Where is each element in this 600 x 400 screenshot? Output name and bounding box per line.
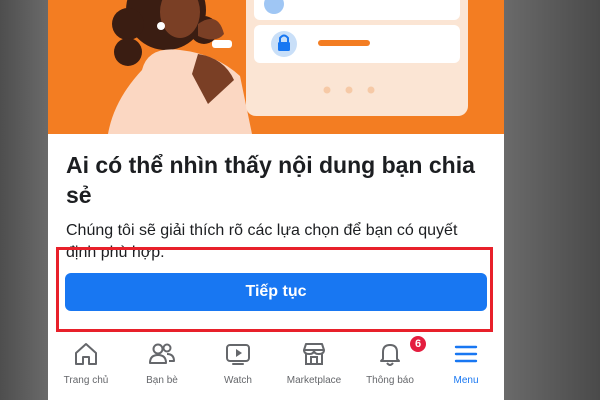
tab-friends-label: Bạn bè xyxy=(146,375,178,386)
dialog-title: Ai có thể nhìn thấy nội dung bạn chia sẻ xyxy=(66,152,475,208)
tab-notifications-label: Thông báo xyxy=(366,375,414,386)
bell-icon xyxy=(380,344,400,366)
tab-friends[interactable]: Bạn bè xyxy=(124,330,200,400)
notification-badge: 6 xyxy=(410,336,426,352)
home-icon xyxy=(75,343,97,365)
tab-watch[interactable]: Watch xyxy=(200,330,276,400)
menu-icon xyxy=(454,345,478,363)
friends-icon xyxy=(149,343,175,364)
tab-watch-label: Watch xyxy=(224,375,252,386)
tab-marketplace[interactable]: Marketplace xyxy=(276,330,352,400)
phone-screen: Ai có thể nhìn thấy nội dung bạn chia sẻ… xyxy=(48,0,504,400)
bottom-tab-bar: Trang chủ Bạn bè Watch Marketplace 6 Thô… xyxy=(48,330,504,400)
dialog-description: Chúng tôi sẽ giải thích rõ các lựa chọn … xyxy=(66,222,458,261)
hero-illustration xyxy=(48,0,504,134)
tab-menu-label: Menu xyxy=(453,375,479,386)
tab-home-label: Trang chủ xyxy=(63,375,109,386)
tab-notifications[interactable]: 6 Thông báo xyxy=(352,330,428,400)
tab-home[interactable]: Trang chủ xyxy=(48,330,124,400)
watch-icon xyxy=(226,344,250,365)
background-right xyxy=(504,0,600,400)
marketplace-icon xyxy=(303,343,325,365)
tab-marketplace-label: Marketplace xyxy=(286,375,342,386)
background-left xyxy=(0,0,48,400)
privacy-illustration xyxy=(108,0,468,134)
tab-menu[interactable]: Menu xyxy=(428,330,504,400)
continue-button[interactable]: Tiếp tục xyxy=(65,273,487,311)
